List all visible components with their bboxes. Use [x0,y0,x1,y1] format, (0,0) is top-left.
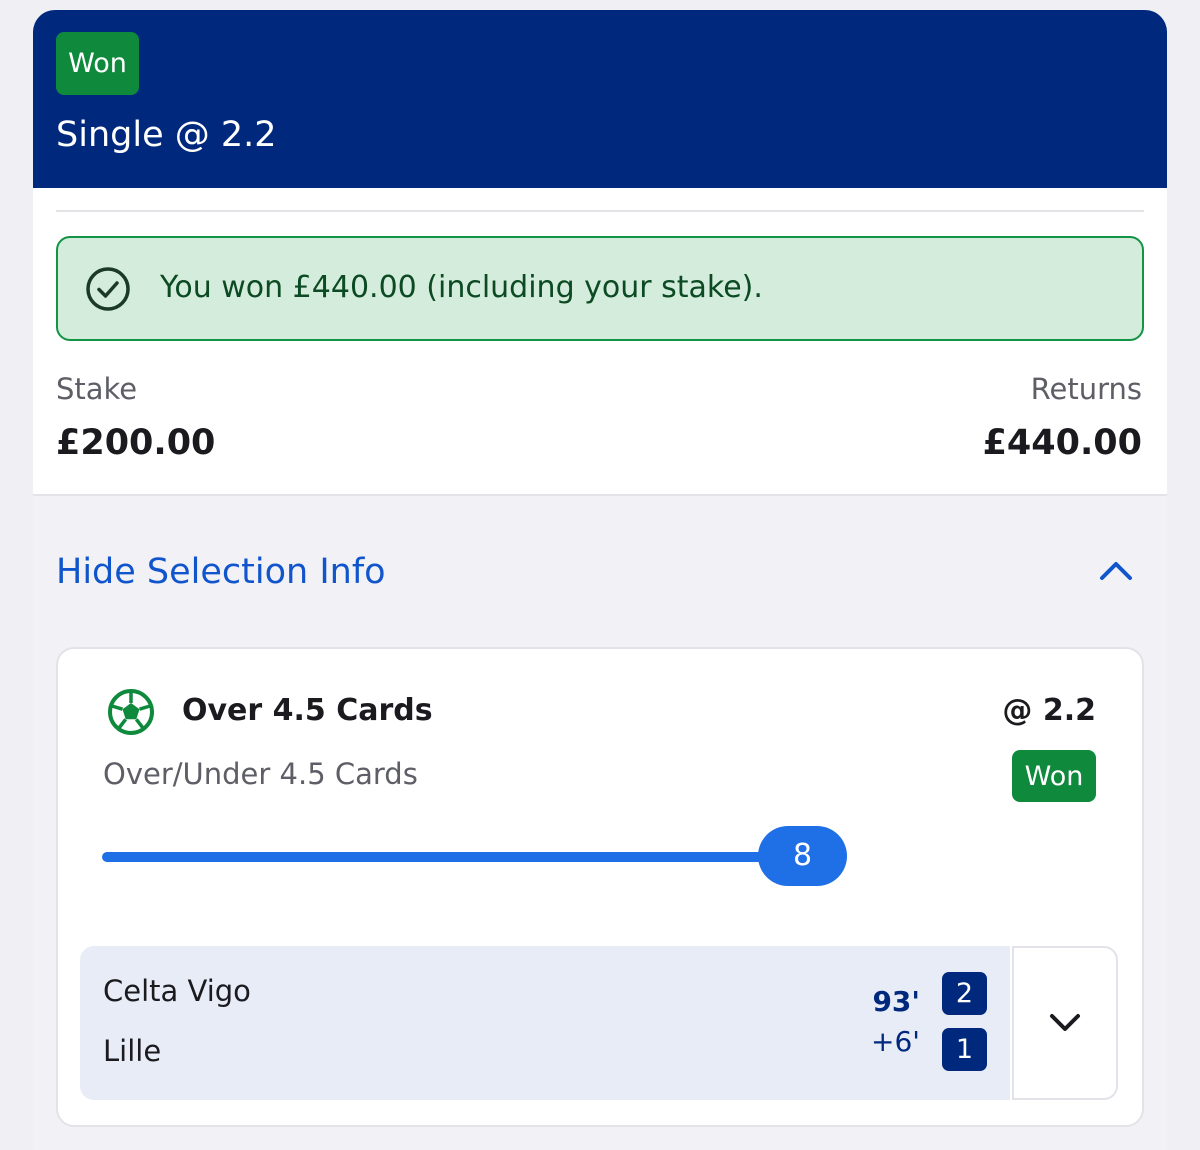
divider [56,210,1144,212]
selection-card: Over 4.5 Cards @ 2.2 Over/Under 4.5 Card… [56,647,1144,1127]
football-icon [108,689,154,735]
scoreboard: Celta Vigo Lille 93' +6' 2 1 [80,946,1010,1100]
progress-value-pill: 8 [758,826,847,886]
added-time: +6' [871,1025,920,1058]
away-team: Lille [103,1034,162,1068]
returns-value: £440.00 [982,423,1142,463]
bet-header: Won Single @ 2.2 [33,10,1167,188]
selection-status-badge: Won [1012,750,1096,802]
selection-market: Over/Under 4.5 Cards [103,757,418,791]
chevron-down-icon [1050,1014,1080,1031]
result-banner: You won £440.00 (including your stake). [56,236,1144,341]
status-badge: Won [56,32,139,95]
cards-progress-bar [102,852,802,862]
returns-label: Returns [1030,372,1142,406]
progress-fill [102,852,802,862]
stake-value: £200.00 [56,423,216,463]
match-clock: 93' [872,985,920,1018]
check-circle-icon [86,267,130,311]
selection-name: Over 4.5 Cards [182,693,433,728]
bet-card: Won Single @ 2.2 You won £440.00 (includ… [33,10,1167,1150]
home-score: 2 [942,972,987,1015]
home-team: Celta Vigo [103,974,251,1008]
bet-title: Single @ 2.2 [56,115,277,155]
chevron-up-icon[interactable] [1096,556,1136,586]
result-message: You won £440.00 (including your stake). [160,270,763,305]
selection-odds: @ 2.2 [1002,693,1096,728]
away-score: 1 [942,1028,987,1071]
expand-match-button[interactable] [1012,946,1118,1100]
hide-selection-info-link[interactable]: Hide Selection Info [56,551,386,593]
stake-label: Stake [56,372,138,406]
